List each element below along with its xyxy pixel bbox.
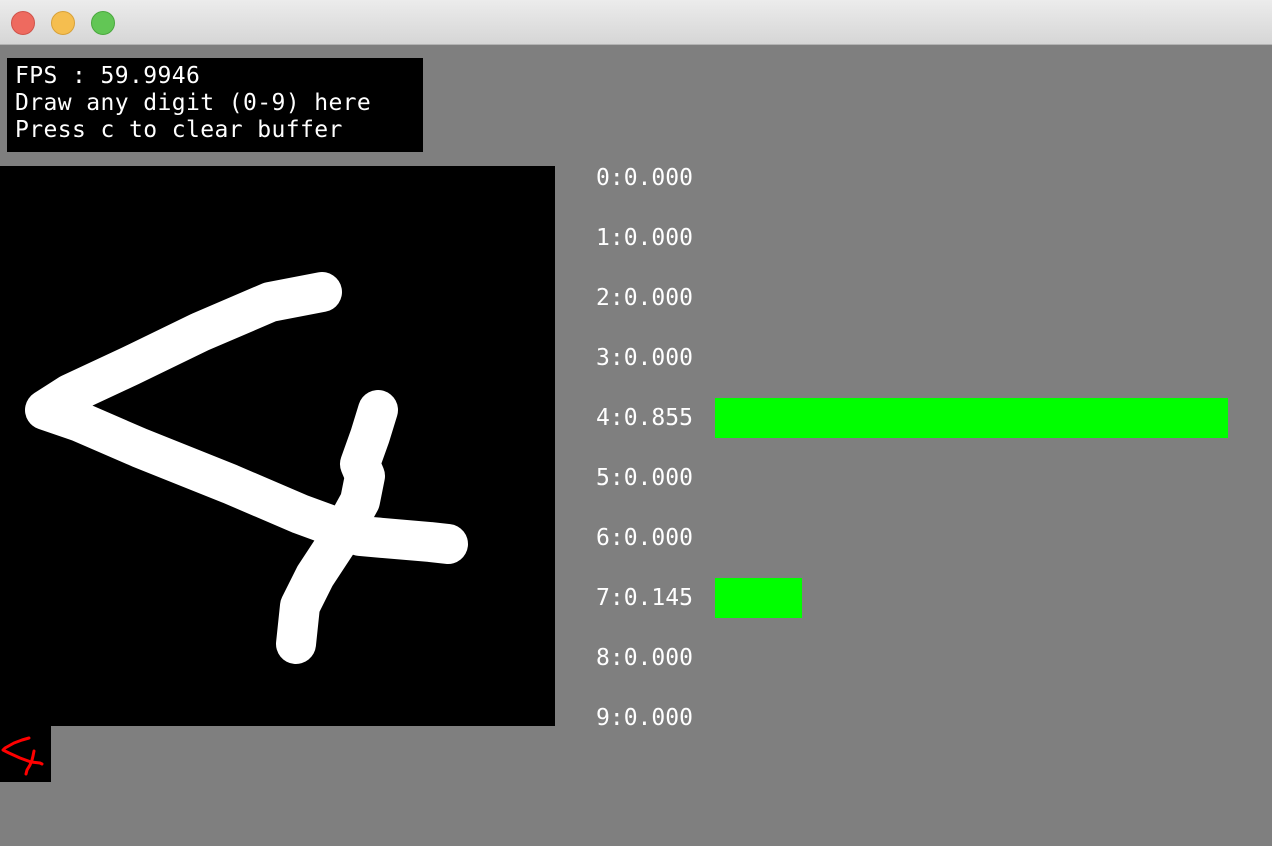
probability-label: 6:0.000: [596, 525, 693, 551]
probability-label: 1:0.000: [596, 225, 693, 251]
probability-label: 5:0.000: [596, 465, 693, 491]
probability-bar: [715, 578, 802, 618]
drawn-digit: [25, 272, 468, 664]
maximize-window-button[interactable]: [91, 11, 115, 35]
probability-label: 3:0.000: [596, 345, 693, 371]
app-window: FPS : 59.9946 Draw any digit (0-9) here …: [0, 0, 1272, 846]
close-window-button[interactable]: [11, 11, 35, 35]
probability-label: 8:0.000: [596, 645, 693, 671]
probability-row-7: 7:0.145: [596, 578, 1236, 626]
clear-instruction: Press c to clear buffer: [15, 117, 343, 143]
probability-row-2: 2:0.000: [596, 286, 1236, 326]
probability-label: 7:0.145: [596, 585, 693, 611]
minimize-window-button[interactable]: [51, 11, 75, 35]
probability-row-3: 3:0.000: [596, 346, 1236, 386]
draw-instruction: Draw any digit (0-9) here: [15, 90, 372, 116]
probability-label: 0:0.000: [596, 165, 693, 191]
probability-row-8: 8:0.000: [596, 646, 1236, 686]
info-panel: FPS : 59.9946 Draw any digit (0-9) here …: [7, 58, 423, 152]
probability-row-9: 9:0.000: [596, 706, 1236, 746]
probability-label: 9:0.000: [596, 705, 693, 731]
digit-preview: [0, 726, 51, 782]
probability-row-5: 5:0.000: [596, 466, 1236, 506]
fps-readout: FPS : 59.9946: [15, 63, 201, 89]
preview-digit: [1, 736, 44, 776]
probability-label: 4:0.855: [596, 405, 693, 431]
preview-stroke: [1, 736, 44, 766]
probability-bar: [715, 398, 1228, 438]
probability-row-6: 6:0.000: [596, 526, 1236, 566]
title-bar[interactable]: [0, 0, 1272, 45]
probability-label: 2:0.000: [596, 285, 693, 311]
probability-row-4: 4:0.855: [596, 398, 1236, 446]
drawing-canvas[interactable]: [0, 166, 555, 726]
probability-row-0: 0:0.000: [596, 166, 1236, 206]
probability-row-1: 1:0.000: [596, 226, 1236, 266]
